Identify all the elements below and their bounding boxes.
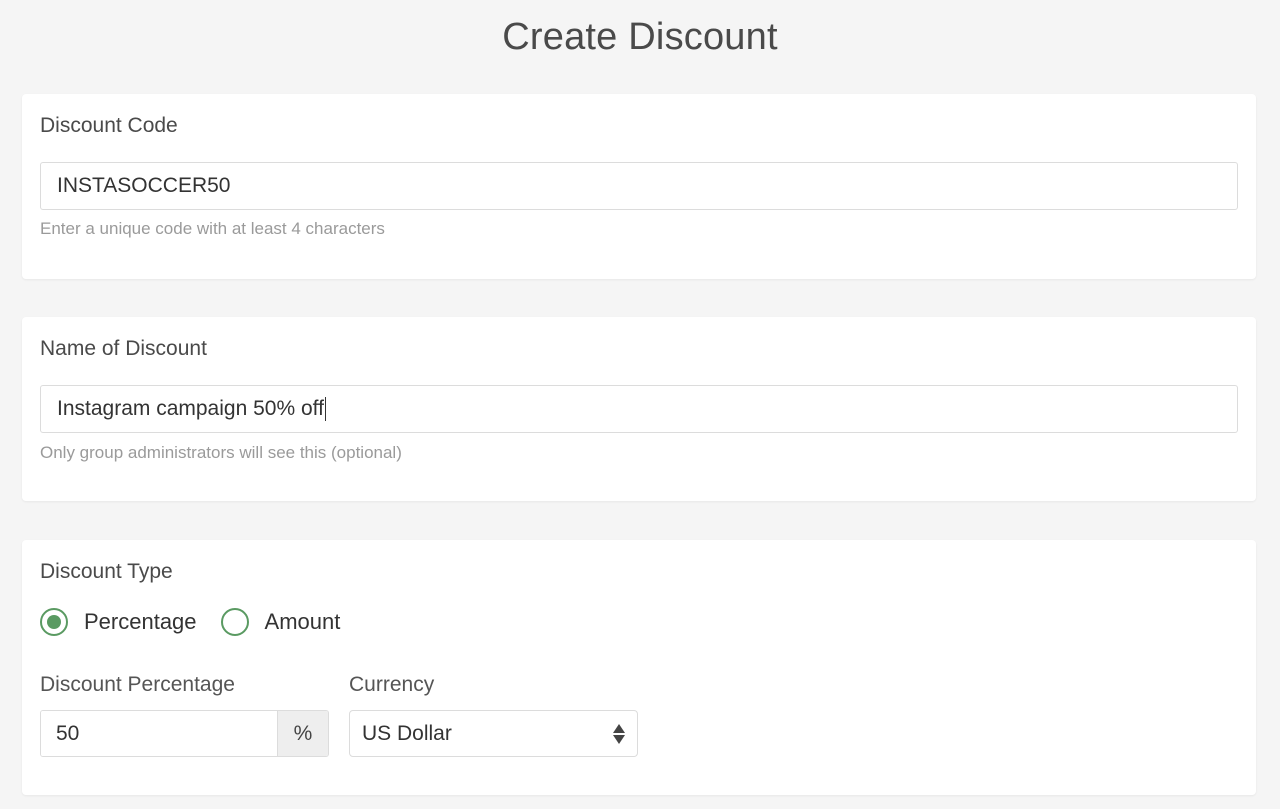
discount-code-card: Discount Code Enter a unique code with a… <box>22 94 1256 279</box>
discount-code-help: Enter a unique code with at least 4 char… <box>40 219 385 238</box>
radio-unselected-icon[interactable] <box>220 608 249 636</box>
discount-name-input[interactable]: Instagram campaign 50% off <box>40 385 1238 433</box>
discount-name-label: Name of Discount <box>40 337 207 360</box>
radio-dot <box>47 615 61 629</box>
discount-code-label: Discount Code <box>40 114 178 137</box>
radio-amount[interactable]: Amount <box>220 608 341 636</box>
currency-select-value: US Dollar <box>362 721 452 745</box>
radio-percentage[interactable]: Percentage <box>40 608 197 636</box>
discount-code-input[interactable] <box>40 162 1238 210</box>
currency-select[interactable]: US Dollar <box>349 710 638 757</box>
currency-label: Currency <box>349 673 435 696</box>
discount-type-radio-group: Percentage Amount <box>40 608 364 636</box>
discount-percentage-label: Discount Percentage <box>40 673 235 696</box>
select-arrows-icon <box>613 723 625 744</box>
percent-addon: % <box>277 711 328 756</box>
discount-percentage-input[interactable] <box>41 711 277 756</box>
radio-percentage-label: Percentage <box>84 609 197 634</box>
radio-selected-icon[interactable] <box>40 608 68 636</box>
radio-amount-label: Amount <box>264 609 341 634</box>
text-cursor <box>324 397 327 421</box>
discount-type-card: Discount Type Percentage Amount Discount… <box>22 540 1256 795</box>
discount-name-help: Only group administrators will see this … <box>40 443 402 462</box>
discount-name-value: Instagram campaign 50% off <box>57 397 324 420</box>
discount-percentage-group: % <box>40 710 329 757</box>
discount-name-card: Name of Discount Instagram campaign 50% … <box>22 317 1256 501</box>
discount-type-label: Discount Type <box>40 560 173 583</box>
page-title: Create Discount <box>502 16 778 58</box>
